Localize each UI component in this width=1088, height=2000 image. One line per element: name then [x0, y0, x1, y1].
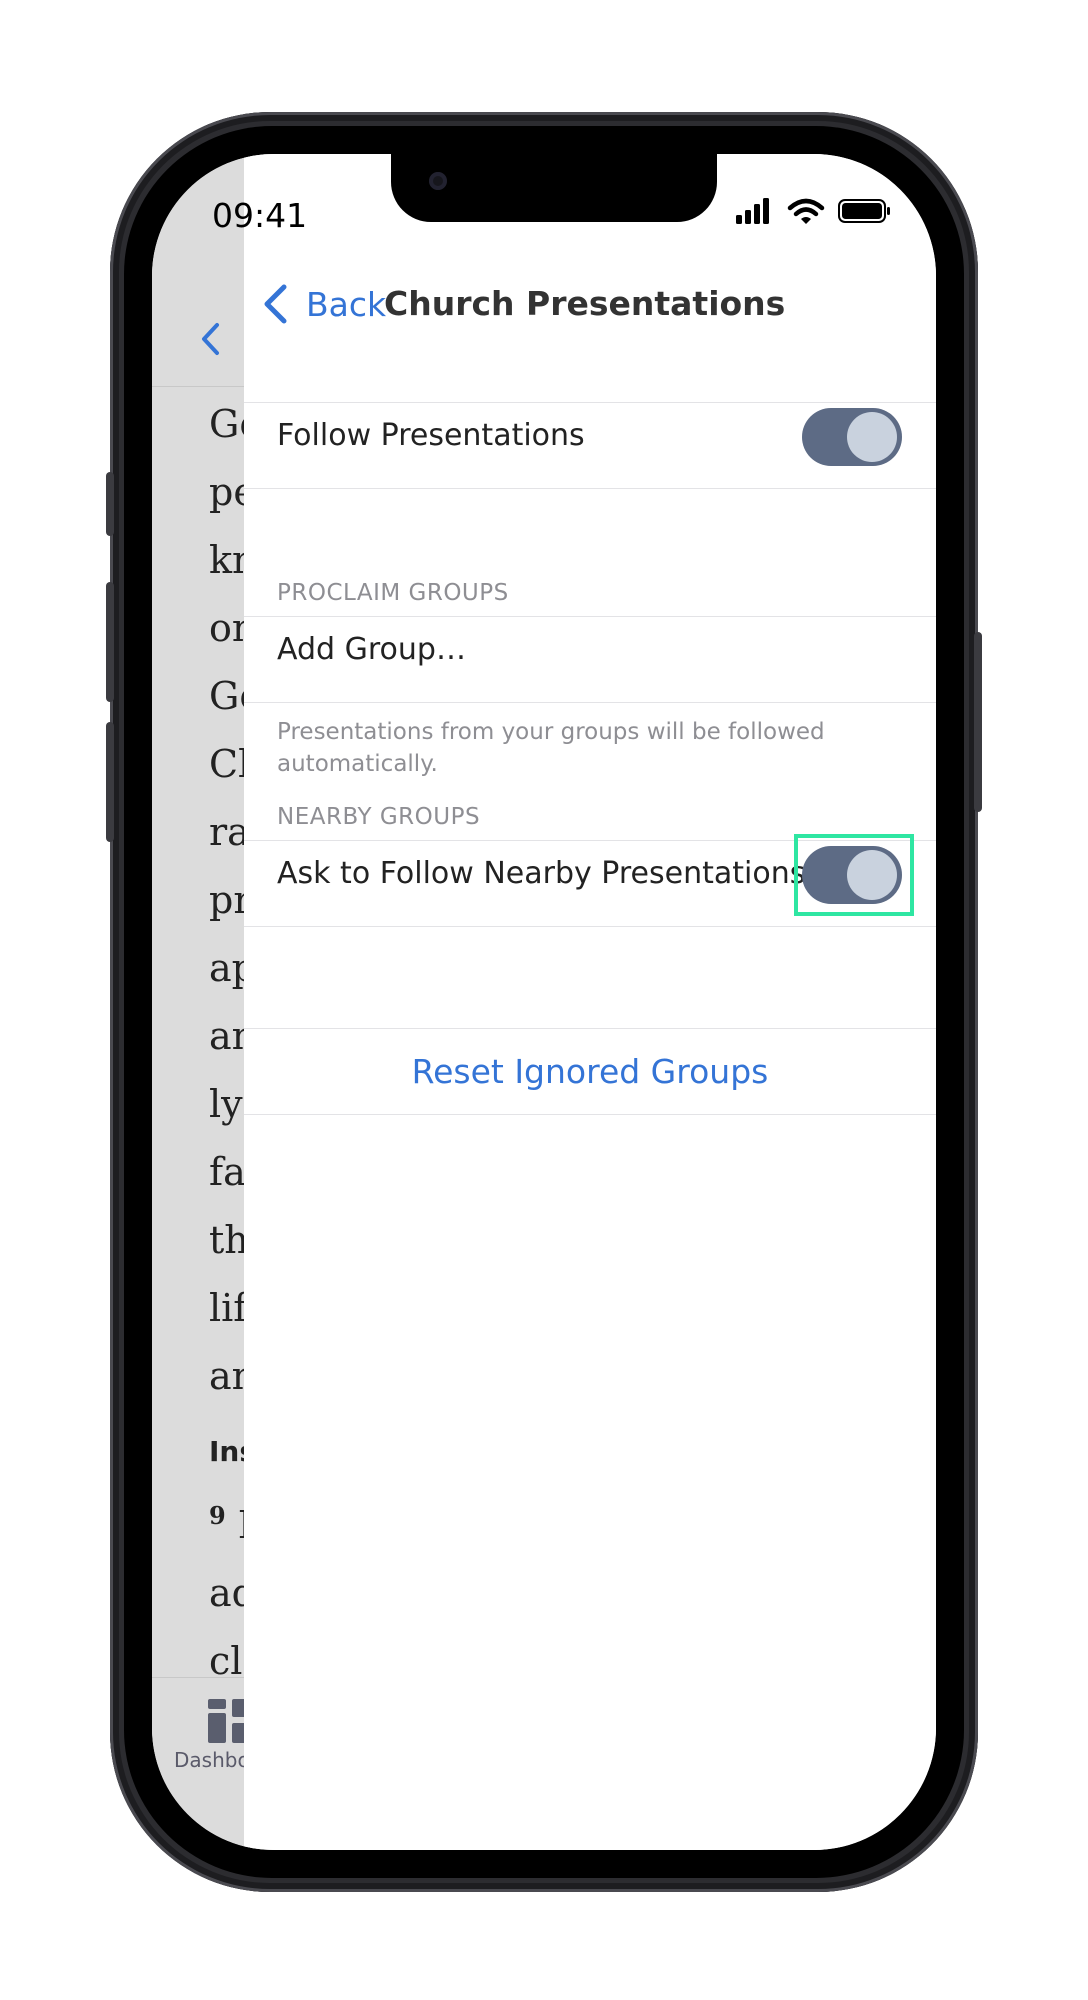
- divider: [244, 702, 936, 703]
- volume-up-button: [106, 582, 114, 702]
- background-tab-label: Dashbo: [174, 1748, 250, 1772]
- ask-follow-nearby-label: Ask to Follow Nearby Presentations: [277, 856, 806, 891]
- nearby-groups-header: NEARBY GROUPS: [277, 804, 481, 830]
- battery-icon: [838, 199, 890, 223]
- phone-bezel: Go pe kn on Go Cl ra pr ap an ly fa th l…: [124, 126, 964, 1878]
- toggle-knob: [847, 412, 897, 462]
- background-back-chevron-icon: [202, 323, 219, 355]
- back-button-label: Back: [306, 284, 387, 324]
- back-button[interactable]: Back: [262, 276, 386, 332]
- follow-presentations-toggle[interactable]: [802, 408, 902, 466]
- highlight-box: [794, 834, 914, 916]
- page-title: Church Presentations: [384, 284, 786, 323]
- reset-ignored-groups-button[interactable]: Reset Ignored Groups: [244, 1028, 936, 1114]
- divider: [244, 402, 936, 403]
- cellular-signal-icon: [736, 198, 769, 224]
- volume-down-button: [106, 722, 114, 842]
- mute-switch: [106, 472, 114, 536]
- chevron-left-icon: [264, 284, 287, 324]
- phone-frame: Go pe kn on Go Cl ra pr ap an ly fa th l…: [106, 112, 982, 1892]
- proclaim-groups-header: PROCLAIM GROUPS: [277, 580, 509, 606]
- divider: [244, 488, 936, 489]
- proclaim-groups-footer: Presentations from your groups will be f…: [277, 719, 825, 777]
- add-group-button[interactable]: Add Group…: [277, 632, 466, 667]
- divider: [244, 1114, 936, 1115]
- settings-sheet: Back Church Presentations Follow Present…: [244, 154, 936, 1850]
- divider: [244, 926, 936, 927]
- status-icons: [736, 198, 890, 224]
- notch: [391, 154, 717, 222]
- divider: [244, 616, 936, 617]
- follow-presentations-label: Follow Presentations: [277, 418, 585, 453]
- wifi-icon: [787, 198, 825, 224]
- background-verse-number: 9: [209, 1501, 226, 1530]
- status-time: 09:41: [212, 196, 308, 235]
- power-button: [974, 632, 982, 812]
- front-camera: [429, 172, 447, 190]
- screen: Go pe kn on Go Cl ra pr ap an ly fa th l…: [152, 154, 936, 1850]
